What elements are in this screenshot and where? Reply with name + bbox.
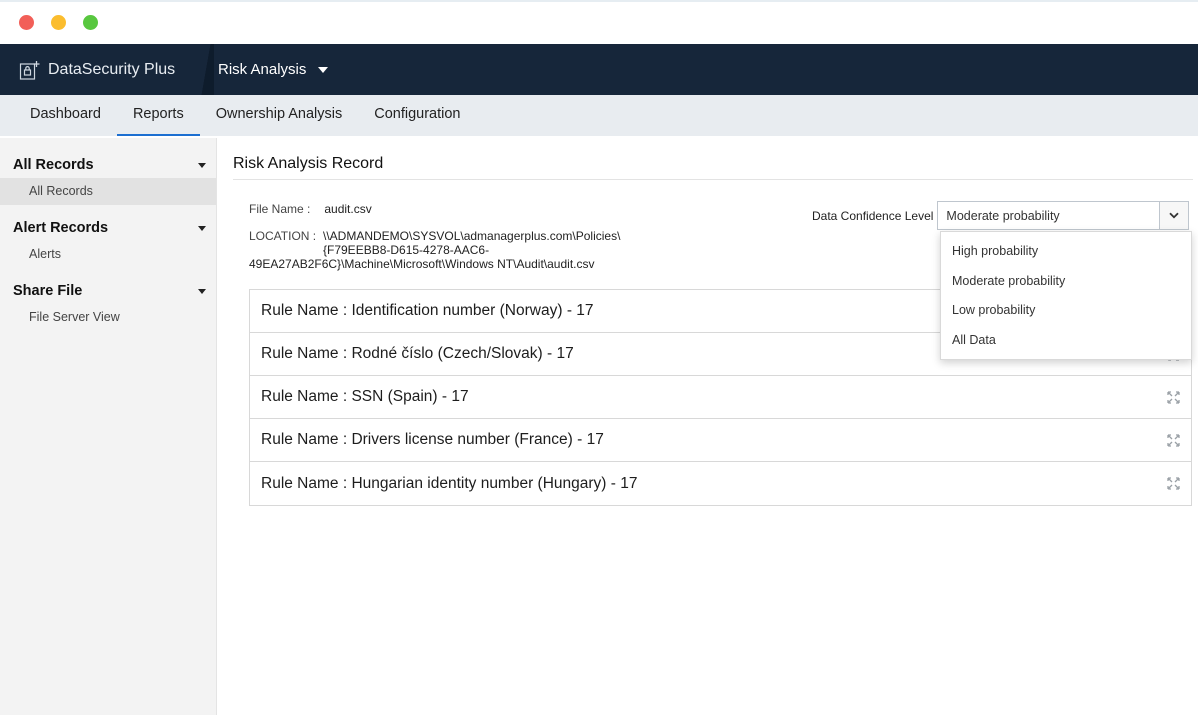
lock-folder-icon	[19, 60, 40, 80]
maximize-window-button[interactable]	[83, 15, 98, 30]
caret-down-icon	[198, 288, 206, 294]
chevron-down-icon	[1169, 212, 1180, 219]
module-switcher[interactable]: Risk Analysis	[218, 44, 329, 95]
tab-dashboard[interactable]: Dashboard	[14, 95, 117, 136]
sidebar-group-header[interactable]: Share File	[0, 278, 216, 304]
sidebar-item-all-records[interactable]: All Records	[0, 178, 216, 205]
sidebar-group-header[interactable]: All Records	[0, 152, 216, 178]
sidebar-item-file-server-view[interactable]: File Server View	[0, 304, 216, 331]
caret-down-icon	[198, 162, 206, 168]
file-name-label: File Name :	[249, 202, 311, 216]
tab-ownership-analysis[interactable]: Ownership Analysis	[200, 95, 359, 136]
expand-icon[interactable]	[1167, 477, 1180, 490]
sidebar-group-alert-records: Alert Records Alerts	[0, 215, 216, 268]
expand-icon[interactable]	[1167, 433, 1180, 447]
sidebar-group-title: Alert Records	[13, 220, 109, 236]
minimize-window-button[interactable]	[51, 15, 66, 30]
rule-title: Rule Name : SSN (Spain) - 17	[261, 388, 469, 405]
main-tabs: Dashboard Reports Ownership Analysis Con…	[0, 95, 1198, 136]
rule-row[interactable]: Rule Name : SSN (Spain) - 17	[250, 376, 1191, 419]
location-value-line-2: {F79EEBB8-D615-4278-AAC6-	[323, 243, 490, 257]
header-divider	[200, 44, 214, 95]
module-name: Risk Analysis	[218, 61, 307, 78]
dropdown-option-moderate[interactable]: Moderate probability	[941, 267, 1191, 297]
sidebar-group-all-records: All Records All Records	[0, 152, 216, 205]
dropdown-option-low[interactable]: Low probability	[941, 296, 1191, 326]
location-value-line-3: 49EA27AB2F6C}\Machine\Microsoft\Windows …	[249, 257, 595, 271]
dropdown-option-all-data[interactable]: All Data	[941, 326, 1191, 356]
close-window-button[interactable]	[19, 15, 34, 30]
sidebar-group-share-file: Share File File Server View	[0, 278, 216, 331]
dropdown-toggle-button[interactable]	[1159, 202, 1189, 229]
file-details: File Name : audit.csv LOCATION : \\ADMAN…	[249, 202, 669, 271]
confidence-filter: Data Confidence Level Moderate probabili…	[812, 201, 1190, 230]
sidebar: All Records All Records Alert Records Al…	[0, 138, 217, 715]
tab-reports[interactable]: Reports	[116, 95, 200, 136]
sidebar-item-alerts[interactable]: Alerts	[0, 241, 216, 268]
expand-icon[interactable]	[1167, 390, 1180, 404]
rule-title: Rule Name : Drivers license number (Fran…	[261, 431, 604, 448]
page-title: Risk Analysis Record	[233, 138, 1193, 180]
caret-down-icon	[198, 225, 206, 231]
confidence-selected-value: Moderate probability	[946, 208, 1060, 223]
sidebar-group-header[interactable]: Alert Records	[0, 215, 216, 241]
sidebar-group-title: Share File	[13, 283, 83, 299]
dropdown-option-high[interactable]: High probability	[941, 237, 1191, 267]
rule-row[interactable]: Rule Name : Hungarian identity number (H…	[250, 462, 1191, 505]
confidence-label: Data Confidence Level	[812, 208, 934, 223]
tab-configuration[interactable]: Configuration	[358, 95, 476, 136]
file-name-value: audit.csv	[324, 202, 372, 216]
location-value-line-1: \\ADMANDEMO\SYSVOL\admanagerplus.com\Pol…	[323, 229, 621, 243]
rule-row[interactable]: Rule Name : Drivers license number (Fran…	[250, 419, 1191, 462]
brand-name: DataSecurity Plus	[48, 60, 176, 78]
app-header: DataSecurity Plus Risk Analysis	[0, 44, 1198, 95]
confidence-select[interactable]: Moderate probability	[937, 201, 1190, 230]
app-window: DataSecurity Plus Risk Analysis Dashboar…	[0, 0, 1198, 715]
rule-title: Rule Name : Hungarian identity number (H…	[261, 474, 638, 492]
main-content: Risk Analysis Record File Name : audit.c…	[233, 138, 1193, 506]
location: LOCATION : \\ADMANDEMO\SYSVOL\admanagerp…	[249, 229, 669, 271]
confidence-dropdown-menu: High probability Moderate probability Lo…	[940, 231, 1192, 360]
title-bar	[0, 2, 1198, 44]
rule-title: Rule Name : Rodné číslo (Czech/Slovak) -…	[261, 345, 574, 362]
rule-title: Rule Name : Identification number (Norwa…	[261, 302, 594, 319]
caret-down-icon	[318, 66, 329, 73]
location-label: LOCATION :	[249, 229, 317, 243]
sidebar-group-title: All Records	[13, 157, 94, 173]
brand-logo[interactable]: DataSecurity Plus	[0, 44, 208, 95]
